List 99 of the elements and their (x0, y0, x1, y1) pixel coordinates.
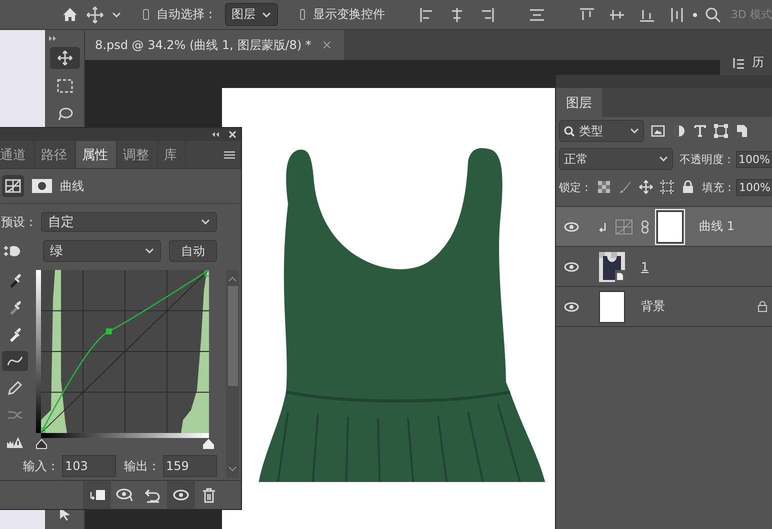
move-lock-icon[interactable] (639, 180, 653, 194)
dot-icon (693, 12, 698, 16)
document-title: 8.psd @ 34.2% (曲线 1, 图层蒙版/8) * (95, 36, 312, 54)
caret-icon (658, 156, 668, 162)
mask-thumbnail (657, 210, 683, 242)
brush-lock-icon[interactable] (618, 180, 632, 194)
curve-point-tool[interactable] (2, 351, 28, 371)
layer-name: 曲线 1 (698, 218, 736, 235)
caret-icon (201, 219, 210, 225)
reset-icon (144, 487, 162, 503)
garment-thumbnail (599, 252, 625, 282)
panel-tab[interactable]: 图层 (556, 88, 602, 117)
shape-filter-icon[interactable] (714, 124, 728, 138)
eye-toggle-icon (116, 487, 134, 503)
opacity-label: 不透明度： (680, 152, 735, 166)
layer-name: 1 (640, 260, 650, 274)
panel-tab[interactable]: 属性 (76, 141, 117, 168)
trash-icon (200, 487, 218, 503)
fill-field[interactable]: 100% (736, 178, 772, 196)
artboard-lock-icon[interactable] (660, 180, 674, 194)
text-filter-icon[interactable] (693, 124, 707, 138)
hand-adjust-icon[interactable] (3, 244, 21, 258)
auto-select-label: 自动选择： (156, 6, 217, 23)
adjustment-title: 曲线 (60, 178, 84, 194)
caret-up-icon (228, 276, 237, 282)
chain-link-icon (641, 220, 649, 234)
layer-row[interactable]: 曲线 1 (556, 207, 772, 247)
align-icon[interactable] (479, 6, 496, 22)
home-icon[interactable] (62, 7, 78, 22)
history-button[interactable]: 历 (732, 54, 764, 71)
input-label: 输入： (23, 458, 59, 474)
document-filter-icon[interactable] (735, 124, 749, 138)
checker-lock-icon[interactable] (597, 180, 611, 194)
caret-icon (228, 466, 237, 472)
eye-icon[interactable] (564, 302, 579, 312)
panel-tab[interactable]: 调整 (117, 141, 158, 168)
preset-label: 预设： (1, 214, 37, 230)
pencil-icon (7, 380, 23, 396)
close-icon[interactable] (229, 131, 236, 138)
layer-row[interactable]: 背景 (556, 287, 772, 327)
fill-label: 填充： (702, 180, 735, 194)
arrow-cursor-icon (58, 507, 72, 521)
checkbox[interactable] (143, 9, 149, 20)
curves-grid-icon (615, 218, 633, 234)
collapse-icon[interactable] (211, 132, 219, 137)
search-icon (564, 126, 575, 136)
clip-button[interactable] (83, 481, 111, 509)
lasso-icon (56, 107, 72, 121)
curves-adjustment-button[interactable] (2, 175, 24, 197)
input-field[interactable]: 103 (62, 455, 116, 477)
output-label: 输出： (124, 458, 160, 474)
image-filter-icon[interactable] (651, 124, 665, 138)
eye-icon[interactable] (564, 262, 579, 272)
caret-icon (262, 12, 271, 18)
eye-button[interactable] (167, 481, 195, 509)
scroll-thumb[interactable] (228, 286, 238, 386)
history-icon (732, 56, 746, 70)
blend-mode-dropdown[interactable]: 正常 (559, 148, 673, 170)
curves-graph[interactable] (41, 270, 209, 433)
layer-name: 背景 (640, 298, 666, 315)
align-icon[interactable] (669, 6, 686, 22)
checkbox[interactable] (300, 9, 306, 20)
dashed-rectangle-icon (56, 79, 72, 93)
panel-tab[interactable]: 通道 (0, 141, 35, 168)
menu-icon[interactable] (224, 150, 235, 158)
highlight-point-slider[interactable] (203, 439, 214, 449)
align-icon[interactable] (579, 6, 596, 22)
adjustment-filter-icon[interactable] (672, 124, 686, 138)
move-icon[interactable] (86, 6, 104, 24)
move-icon (56, 50, 72, 66)
lock-label: 锁定： (559, 180, 592, 194)
document-tab[interactable]: 8.psd @ 34.2% (曲线 1, 图层蒙版/8) * × (85, 30, 344, 60)
transform-controls-label: 显示变换控件 (313, 6, 386, 23)
preset-dropdown[interactable]: 自定 (41, 212, 217, 232)
collapse-icon[interactable] (49, 36, 57, 41)
clip-icon (88, 487, 106, 503)
layer-row[interactable]: 1 (556, 247, 772, 287)
mask-icon[interactable] (32, 179, 52, 193)
channel-dropdown[interactable]: 绿 (43, 240, 162, 262)
caret-icon (630, 128, 639, 134)
auto-button[interactable]: 自动 (169, 240, 217, 262)
filter-dropdown[interactable]: 类型 (559, 120, 644, 142)
caret-icon (145, 248, 154, 254)
search-icon[interactable] (705, 6, 722, 22)
layer-dropdown[interactable]: 图层 (224, 3, 278, 26)
lock-icon[interactable] (681, 180, 695, 194)
opacity-field[interactable]: 100% (736, 150, 772, 168)
curves-grid-icon (5, 179, 21, 193)
caret-icon[interactable] (112, 12, 121, 18)
panel-tab[interactable]: 库 (158, 141, 186, 168)
background-thumbnail (599, 290, 625, 322)
output-field[interactable]: 159 (163, 455, 217, 477)
move-tool[interactable] (50, 47, 80, 69)
scrollbar[interactable] (226, 270, 239, 478)
clip-arrow-icon (599, 222, 607, 232)
align-icon[interactable] (529, 6, 546, 22)
eye-icon (172, 487, 190, 503)
eye-icon[interactable] (564, 222, 579, 232)
shadow-point-slider[interactable] (36, 439, 47, 449)
